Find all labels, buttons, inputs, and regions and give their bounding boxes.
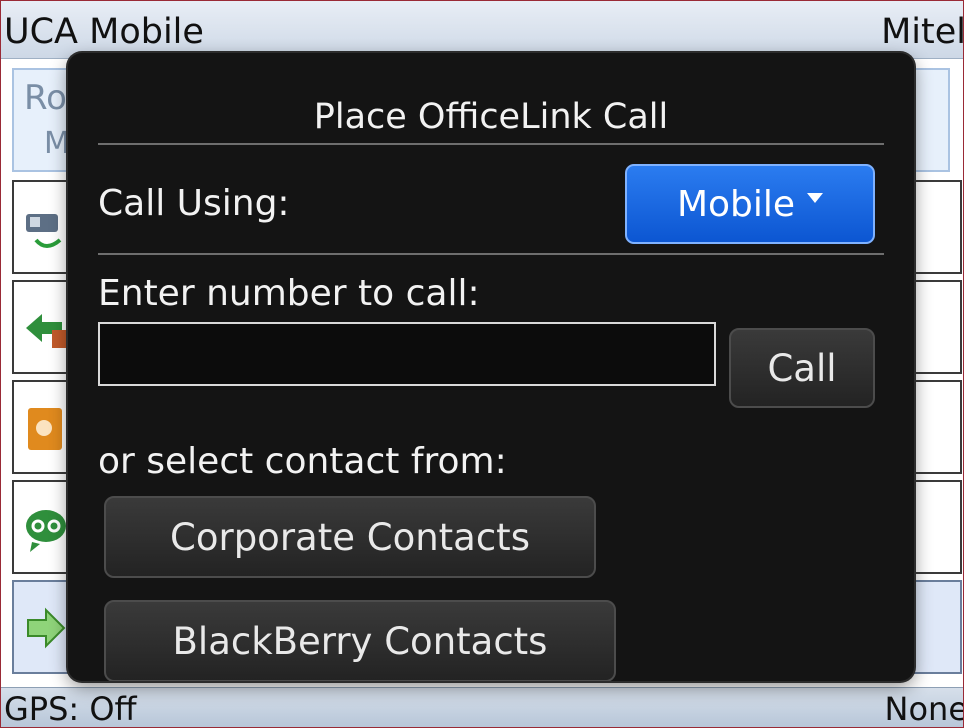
call-using-label: Call Using: xyxy=(98,183,290,224)
place-call-dialog: Place OfficeLink Call Call Using: Mobile… xyxy=(68,53,914,681)
title-divider xyxy=(98,143,884,145)
call-using-value: Mobile xyxy=(676,183,796,225)
call-using-dropdown[interactable]: Mobile xyxy=(625,164,875,244)
phone-call-icon xyxy=(26,214,62,248)
app-title: UCA Mobile xyxy=(4,12,204,52)
transfer-icon xyxy=(26,314,66,348)
dropdown-caret-icon xyxy=(807,193,824,203)
status-bar: GPS: Off None xyxy=(0,687,964,728)
address-book-icon xyxy=(28,408,62,450)
select-contact-label: or select contact from: xyxy=(98,441,507,482)
section-divider xyxy=(98,253,884,255)
phone-number-input[interactable] xyxy=(98,322,716,386)
title-bar: UCA Mobile Mitel xyxy=(0,0,964,59)
status-right-text: None xyxy=(884,690,964,728)
corporate-contacts-button[interactable]: Corporate Contacts xyxy=(104,496,596,578)
voicemail-icon xyxy=(26,510,66,552)
arrow-right-icon xyxy=(27,607,66,649)
dialog-title: Place OfficeLink Call xyxy=(313,97,669,137)
carrier-label: Mitel xyxy=(881,12,964,52)
enter-number-label: Enter number to call: xyxy=(98,273,480,314)
gps-status: GPS: Off xyxy=(4,690,137,728)
blackberry-contacts-button[interactable]: BlackBerry Contacts xyxy=(104,600,616,681)
banner-text-line2: M xyxy=(44,126,70,161)
call-button[interactable]: Call xyxy=(729,328,875,408)
banner-text-line1: Ro xyxy=(24,78,67,118)
